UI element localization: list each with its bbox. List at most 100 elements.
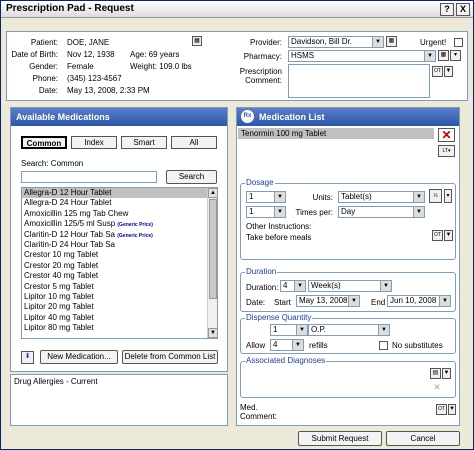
comment-label-2: Comment: <box>245 76 282 85</box>
delete-medication-icon[interactable]: ✕ <box>438 128 455 142</box>
pharmacy-details-icon[interactable]: ▦ <box>438 50 449 61</box>
list-item[interactable]: Claritin-D 24 Hour Tab Sa <box>22 240 207 250</box>
allow-label: Allow <box>246 341 266 350</box>
close-button[interactable]: X <box>456 3 470 16</box>
provider-select[interactable]: Davidson, Bill Dr. ▼ <box>288 36 384 48</box>
dispense-form-select[interactable]: O.P. ▼ <box>308 324 390 336</box>
comment-options-icon[interactable]: OT <box>432 66 443 77</box>
duration-label: Duration: <box>246 283 279 292</box>
list-item[interactable]: Crestor 40 mg Tablet <box>22 271 207 281</box>
pharmacy-menu-icon[interactable]: ▾ <box>450 50 461 61</box>
med-comment-dropdown-icon[interactable]: ▼ <box>448 404 456 415</box>
units-select[interactable]: Tablet(s) ▼ <box>338 191 425 203</box>
provider-lookup-icon[interactable]: ▦ <box>386 36 397 47</box>
duration-number-select[interactable]: 4 ▼ <box>280 280 306 292</box>
chevron-down-icon: ▼ <box>372 37 383 47</box>
rx-logo-icon: Rx <box>241 110 254 123</box>
refills-select[interactable]: 4 ▼ <box>270 339 304 351</box>
tab-common[interactable]: Common <box>21 136 67 149</box>
list-item[interactable]: Lipitor 20 mg Tablet <box>22 302 207 312</box>
list-item[interactable]: Lipitor 40 mg Tablet <box>22 313 207 323</box>
list-item[interactable]: Crestor 10 mg Tablet <box>22 250 207 260</box>
units-menu-icon[interactable]: ▾ <box>444 189 452 203</box>
times-per-select[interactable]: Day ▼ <box>338 206 425 218</box>
date-label: Date: <box>38 86 58 95</box>
help-button[interactable]: ? <box>440 3 454 16</box>
urgent-checkbox[interactable] <box>454 38 463 47</box>
search-label: Search: Common <box>21 159 84 168</box>
list-item[interactable]: Crestor 20 mg Tablet <box>22 261 207 271</box>
chevron-down-icon: ▼ <box>274 192 285 202</box>
patient-name: DOE, JANE <box>67 38 110 47</box>
window-title: Prescription Pad - Request <box>6 3 134 14</box>
tab-all[interactable]: All <box>171 136 217 149</box>
start-date-field[interactable]: May 13, 2008 ▼ <box>296 295 360 307</box>
scroll-up-icon[interactable]: ▲ <box>208 188 217 198</box>
list-item[interactable]: Claritin-D 12 Hour Tab Sa (Generic Price… <box>22 230 207 240</box>
med-comment-options-icon[interactable]: OT <box>436 404 447 415</box>
no-substitutes-label: No substitutes <box>392 341 443 350</box>
units-label: Units: <box>312 193 333 202</box>
other-instructions-label: Other Instructions: <box>246 222 312 231</box>
chevron-down-icon: ▼ <box>413 192 424 202</box>
urgent-label: Urgent! <box>420 38 447 47</box>
dispense-quantity-select[interactable]: 1 ▼ <box>270 324 308 336</box>
medication-list-header: Medication List <box>237 108 459 126</box>
end-date-field[interactable]: Jun 10, 2008 ▼ <box>387 295 451 307</box>
chevron-down-icon: ▼ <box>292 340 303 350</box>
weight-value: Weight: 109.0 lbs <box>130 62 192 71</box>
comment-label-1: Prescription <box>239 67 282 76</box>
refills-label: refills <box>309 341 328 350</box>
prescription-comment-field[interactable] <box>288 64 430 98</box>
chevron-down-icon: ▼ <box>296 325 307 335</box>
age-value: Age: 69 years <box>130 50 180 59</box>
start-label: Start <box>274 298 291 307</box>
frequency-select[interactable]: 1 ▼ <box>246 206 286 218</box>
dosage-amount-select[interactable]: 1 ▼ <box>246 191 286 203</box>
chevron-down-icon: ▼ <box>413 207 424 217</box>
duration-unit-select[interactable]: Week(s) ▼ <box>308 280 392 292</box>
list-item[interactable]: Lipitor 80 mg Tablet <box>22 323 207 333</box>
list-item[interactable]: Amoxicillin 125 mg Tab Chew <box>22 209 207 219</box>
list-scrollbar[interactable]: ▲ ▼ <box>207 188 217 338</box>
phone-label: Phone: <box>32 74 58 83</box>
instructions-options-icon[interactable]: OT <box>432 230 443 241</box>
tab-smart[interactable]: Smart <box>121 136 167 149</box>
list-item[interactable]: Allegra-D 24 Hour Tablet <box>22 198 207 208</box>
title-bar: Prescription Pad - Request ? X <box>1 1 473 18</box>
download-icon[interactable]: ⬇ <box>21 351 34 364</box>
date-value: May 13, 2008, 2:33 PM <box>67 86 150 95</box>
diagnoses-list-icon[interactable]: ▤ <box>430 368 441 379</box>
list-item[interactable]: Lipitor 10 mg Tablet <box>22 292 207 302</box>
medication-list[interactable]: Allegra-D 12 Hour Tablet Allegra-D 24 Hou… <box>21 187 218 339</box>
gender-value: Female <box>67 62 94 71</box>
tab-index[interactable]: Index <box>71 136 117 149</box>
delete-from-common-list-button[interactable]: Delete from Common List <box>122 350 218 364</box>
pharmacy-select[interactable]: HSMS ▼ <box>288 50 436 62</box>
diagnoses-dropdown-icon[interactable]: ▼ <box>442 368 451 379</box>
search-button[interactable]: Search <box>166 170 217 184</box>
submit-request-button[interactable]: Submit Request <box>298 431 382 446</box>
scroll-down-icon[interactable]: ▼ <box>208 328 217 338</box>
cancel-button[interactable]: Cancel <box>386 431 460 446</box>
new-medication-button[interactable]: New Medication... <box>40 350 118 364</box>
list-item[interactable]: Amoxicillin 125/5 ml Susp (Generic Price… <box>22 219 207 229</box>
list-item[interactable]: Crestor 5 mg Tablet <box>22 282 207 292</box>
units-lookup-icon[interactable]: ⅓ <box>429 189 442 203</box>
search-input[interactable] <box>21 171 157 183</box>
list-item[interactable]: Allegra-D 12 Hour Tablet <box>22 188 207 199</box>
chevron-down-icon: ▼ <box>274 207 285 217</box>
chevron-down-icon: ▼ <box>424 51 435 61</box>
chevron-down-icon: ▼ <box>378 325 389 335</box>
instructions-value[interactable]: Take before meals <box>246 233 311 242</box>
scroll-thumb[interactable] <box>209 199 217 299</box>
selected-medication-row[interactable]: Tenormin 100 mg Tablet <box>238 128 434 139</box>
comment-dropdown-icon[interactable]: ▼ <box>444 66 453 77</box>
medication-list-items: Allegra-D 12 Hour Tablet Allegra-D 24 Hou… <box>22 188 207 333</box>
patient-details-icon[interactable]: ▦ <box>192 36 202 46</box>
no-substitutes-checkbox[interactable] <box>379 341 388 350</box>
lt-dropdown-button[interactable]: LT▾ <box>438 145 455 157</box>
remove-diagnosis-icon[interactable]: ✕ <box>432 382 442 392</box>
patient-label: Patient: <box>30 38 58 47</box>
instructions-dropdown-icon[interactable]: ▼ <box>444 230 453 241</box>
